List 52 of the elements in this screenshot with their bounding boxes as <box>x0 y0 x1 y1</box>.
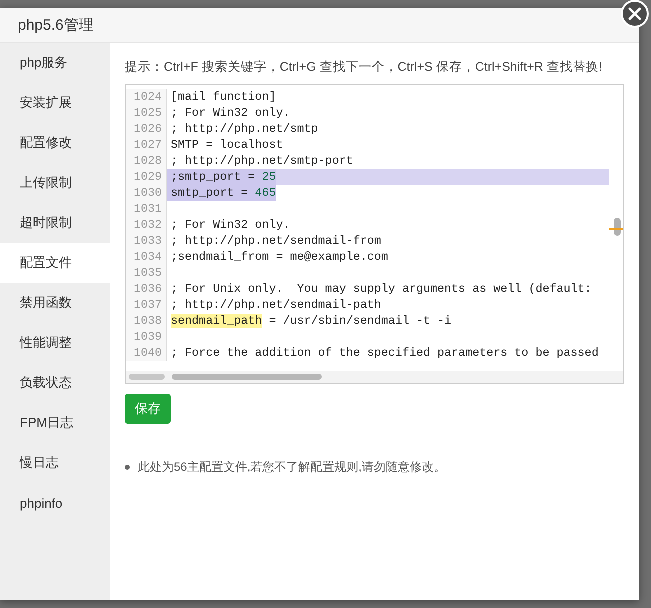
code-editor[interactable] <box>125 84 624 384</box>
code-text: ; http://php.net/sendmail-path <box>170 297 382 313</box>
line-number: 1026 <box>126 121 167 137</box>
code-text: smtp_port = 465 <box>167 185 276 201</box>
code-text: ; For Win32 only. <box>170 105 290 121</box>
code-text: sendmail_path = /usr/sbin/sendmail -t -i <box>170 313 452 329</box>
line-number: 1040 <box>126 345 167 361</box>
line-number: 1032 <box>126 217 167 233</box>
code-text: ;sendmail_from = me@example.com <box>170 249 388 265</box>
search-match-marker <box>609 228 623 230</box>
line-number: 1034 <box>126 249 167 265</box>
line-number: 1027 <box>126 137 167 153</box>
code-text: ; http://php.net/sendmail-from <box>170 233 382 249</box>
code-text: SMTP = localhost <box>170 137 284 153</box>
sidebar-item[interactable]: FPM日志 <box>0 403 110 443</box>
sidebar-item[interactable]: 慢日志 <box>0 443 110 483</box>
line-number: 1037 <box>126 297 167 313</box>
line-number: 1025 <box>126 105 167 121</box>
line-number: 1031 <box>126 201 167 217</box>
line-number: 1024 <box>126 89 167 105</box>
close-button[interactable] <box>621 0 649 28</box>
line-number: 1033 <box>126 233 167 249</box>
line-number: 1028 <box>126 153 167 169</box>
code-text: ; For Unix only. You may supply arguments as well (default: <box>170 281 592 297</box>
sidebar-item[interactable]: 上传限制 <box>0 163 110 203</box>
code-text: ; Force the addition of the specified parameters to be passed <box>170 345 599 361</box>
window-title: php5.6管理 <box>18 16 94 34</box>
sidebar-item[interactable]: 安装扩展 <box>0 83 110 123</box>
line-number: 1036 <box>126 281 167 297</box>
hint-text: 提示：Ctrl+F 搜索关键字，Ctrl+G 查找下一个，Ctrl+S 保存，Ctrl+Shift+R 查找替换! <box>125 59 604 76</box>
sidebar-item[interactable]: 负载状态 <box>0 363 110 403</box>
code-text: ;smtp_port = 25 <box>167 169 276 185</box>
line-number: 1038 <box>126 313 167 329</box>
line-number: 1030 <box>126 185 167 201</box>
sidebar-item[interactable]: phpinfo <box>0 483 110 523</box>
sidebar-item[interactable]: 配置修改 <box>0 123 110 163</box>
code-text: [mail function] <box>170 89 276 105</box>
bullet-icon <box>125 464 130 470</box>
code-text: ; http://php.net/smtp-port <box>170 153 354 169</box>
sidebar-item[interactable]: php服务 <box>0 43 110 83</box>
code-text: ; For Win32 only. <box>170 217 290 233</box>
line-number: 1035 <box>126 265 167 281</box>
note-text: 此处为56主配置文件,若您不了解配置规则,请勿随意修改。 <box>138 459 446 476</box>
sidebar-item[interactable]: 配置文件 <box>0 243 110 283</box>
line-number: 1039 <box>126 329 167 345</box>
sidebar-item[interactable]: 性能调整 <box>0 323 110 363</box>
code-text: ; http://php.net/smtp <box>170 121 318 137</box>
close-icon <box>628 7 642 21</box>
sidebar-item[interactable]: 超时限制 <box>0 203 110 243</box>
sidebar-item[interactable]: 禁用函数 <box>0 283 110 323</box>
horizontal-scrollbar[interactable] <box>126 371 623 383</box>
line-number: 1029 <box>126 169 167 185</box>
